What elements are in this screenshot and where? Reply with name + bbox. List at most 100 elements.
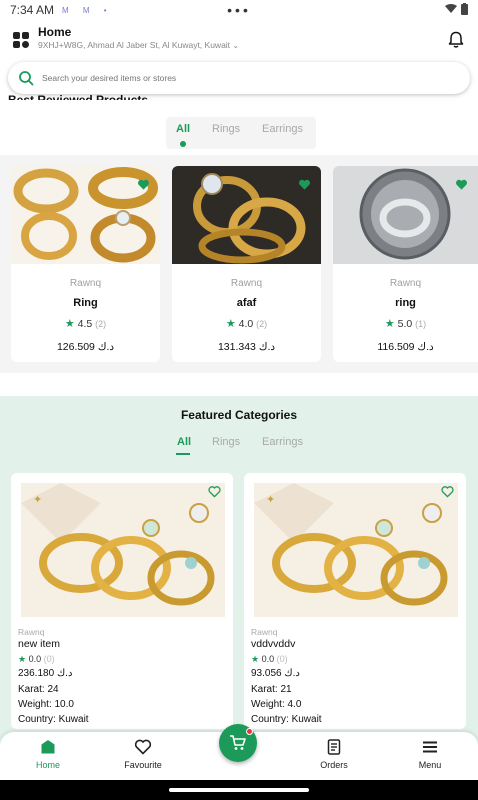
orders-icon [327,739,341,755]
product-name: Ring [73,297,98,309]
rating-value: 0.0 [261,654,275,664]
nav-home[interactable]: Home [13,738,83,770]
best-reviewed-title: Best Reviewed Products [8,93,149,100]
nav-orders[interactable]: Orders [299,738,369,770]
location-address: 9XHJ+W8G, Ahmad Al Jaber St, Al Kuwayt, … [38,40,231,50]
nav-menu-label: Menu [418,760,442,770]
review-count: (0) [43,654,55,664]
home-icon [41,740,55,754]
tab-earrings[interactable]: Earrings [262,436,303,448]
featured-title: Featured Categories [180,408,298,422]
tab-all[interactable]: All [177,436,191,448]
review-count: (1) [415,319,427,329]
nav-favourite[interactable]: Favourite [108,738,178,770]
heart-icon [134,739,152,755]
notification-icons: M M • [62,5,113,15]
product-rating: ★ 4.0 (2) [172,317,321,330]
item-price: 93.056 د.ك [251,668,300,679]
tab-earrings[interactable]: Earrings [262,123,303,135]
item-rating: ★ 0.0 (0) [251,654,288,665]
product-rating: ★ 4.5 (2) [11,317,160,330]
search-input[interactable] [42,73,422,83]
product-price: 126.509 د.ك [56,341,115,353]
product-brand: Rawnq [230,278,263,289]
item-rating: ★ 0.0 (0) [18,654,55,665]
chevron-down-icon: ⌄ [232,41,240,50]
item-country: Country: Kuwait [18,714,89,725]
menu-icon [423,741,437,753]
product-price: 131.343 د.ك [217,341,276,353]
favourite-heart-icon[interactable] [441,485,454,498]
product-name: afaf [236,297,257,309]
nav-home-label: Home [35,760,60,770]
battery-icon [461,3,468,15]
favourite-heart-icon[interactable] [208,485,221,498]
tab-active-indicator [176,453,190,455]
star-icon: ★ [251,654,260,664]
item-name: new item [18,638,61,650]
app-header: Home 9XHJ+W8G, Ahmad Al Jaber St, Al Kuw… [0,22,478,60]
item-karat: Karat: 21 [251,684,292,695]
best-reviewed-section: Rawnq Ring ★ 4.5 (2) 126.509 د.ك Rawnq a… [0,155,478,373]
review-count: (0) [276,654,288,664]
cart-icon [230,735,246,750]
favourite-heart-icon[interactable] [298,178,311,191]
featured-item-card[interactable]: ✦ Rawnq vddvvddv ★ 0.0 (0) 93.056 د.ك Ka… [244,473,466,729]
status-bar: 7:34 AM M M • ••• [0,0,478,20]
sparkle-icon: ✦ [33,494,43,506]
star-icon: ★ [18,654,27,664]
system-gesture-bar [0,780,478,800]
best-reviewed-tabs: All Rings Earrings [166,117,316,149]
product-card[interactable]: Rawnq afaf ★ 4.0 (2) 131.343 د.ك [172,166,321,362]
star-icon: ★ [384,318,395,330]
rating-value: 0.0 [28,654,42,664]
product-rating: ★ 5.0 (1) [333,317,478,330]
system-icons [445,3,468,15]
item-weight: Weight: 4.0 [251,699,302,710]
review-count: (2) [95,319,107,329]
tab-rings[interactable]: Rings [212,123,240,135]
featured-item-card[interactable]: ✦ Rawnq new item ★ 0.0 (0) 236.180 د.ك K… [11,473,233,729]
page-title: Home [38,25,72,39]
item-weight: Weight: 10.0 [18,699,74,710]
product-brand: Rawnq [389,278,422,289]
item-brand: Rawnq [251,627,278,637]
status-time: 7:34 AM [10,3,55,17]
favourite-heart-icon[interactable] [137,178,150,191]
star-icon: ★ [64,318,75,330]
grid-icon[interactable] [13,32,29,48]
nav-orders-label: Orders [320,760,348,770]
favourite-heart-icon[interactable] [455,178,468,191]
item-name: vddvvddv [251,638,296,650]
tab-rings[interactable]: Rings [212,436,240,448]
tab-all[interactable]: All [176,123,190,135]
bottom-nav: Home Favourite Orders Menu [0,724,478,780]
cart-button[interactable] [219,724,257,762]
nav-favourite-label: Favourite [124,760,162,770]
star-icon: ★ [225,318,236,330]
rating-value: 5.0 [397,318,413,330]
tab-active-indicator [180,141,186,147]
item-price: 236.180 د.ك [18,668,73,679]
wifi-icon [445,4,457,13]
bell-icon[interactable] [446,30,466,50]
product-card[interactable]: Rawnq Ring ★ 4.5 (2) 126.509 د.ك [11,166,160,362]
product-name: ring [395,297,416,309]
product-card[interactable]: Rawnq ring ★ 5.0 (1) 116.509 د.ك [333,166,478,362]
review-count: (2) [256,319,268,329]
product-brand: Rawnq [69,278,102,289]
location-selector[interactable]: 9XHJ+W8G, Ahmad Al Jaber St, Al Kuwayt, … [38,40,239,50]
item-image [21,483,225,617]
sparkle-icon: ✦ [266,494,276,506]
nav-menu[interactable]: Menu [395,738,465,770]
search-icon [19,71,34,86]
product-price: 116.509 د.ك [377,341,434,353]
item-brand: Rawnq [18,627,45,637]
item-karat: Karat: 24 [18,684,59,695]
item-country: Country: Kuwait [251,714,322,725]
item-image [254,483,458,617]
rating-value: 4.5 [77,318,93,330]
camera-dots: ••• [227,2,251,18]
cart-badge [246,728,253,735]
gesture-handle[interactable] [169,788,309,792]
